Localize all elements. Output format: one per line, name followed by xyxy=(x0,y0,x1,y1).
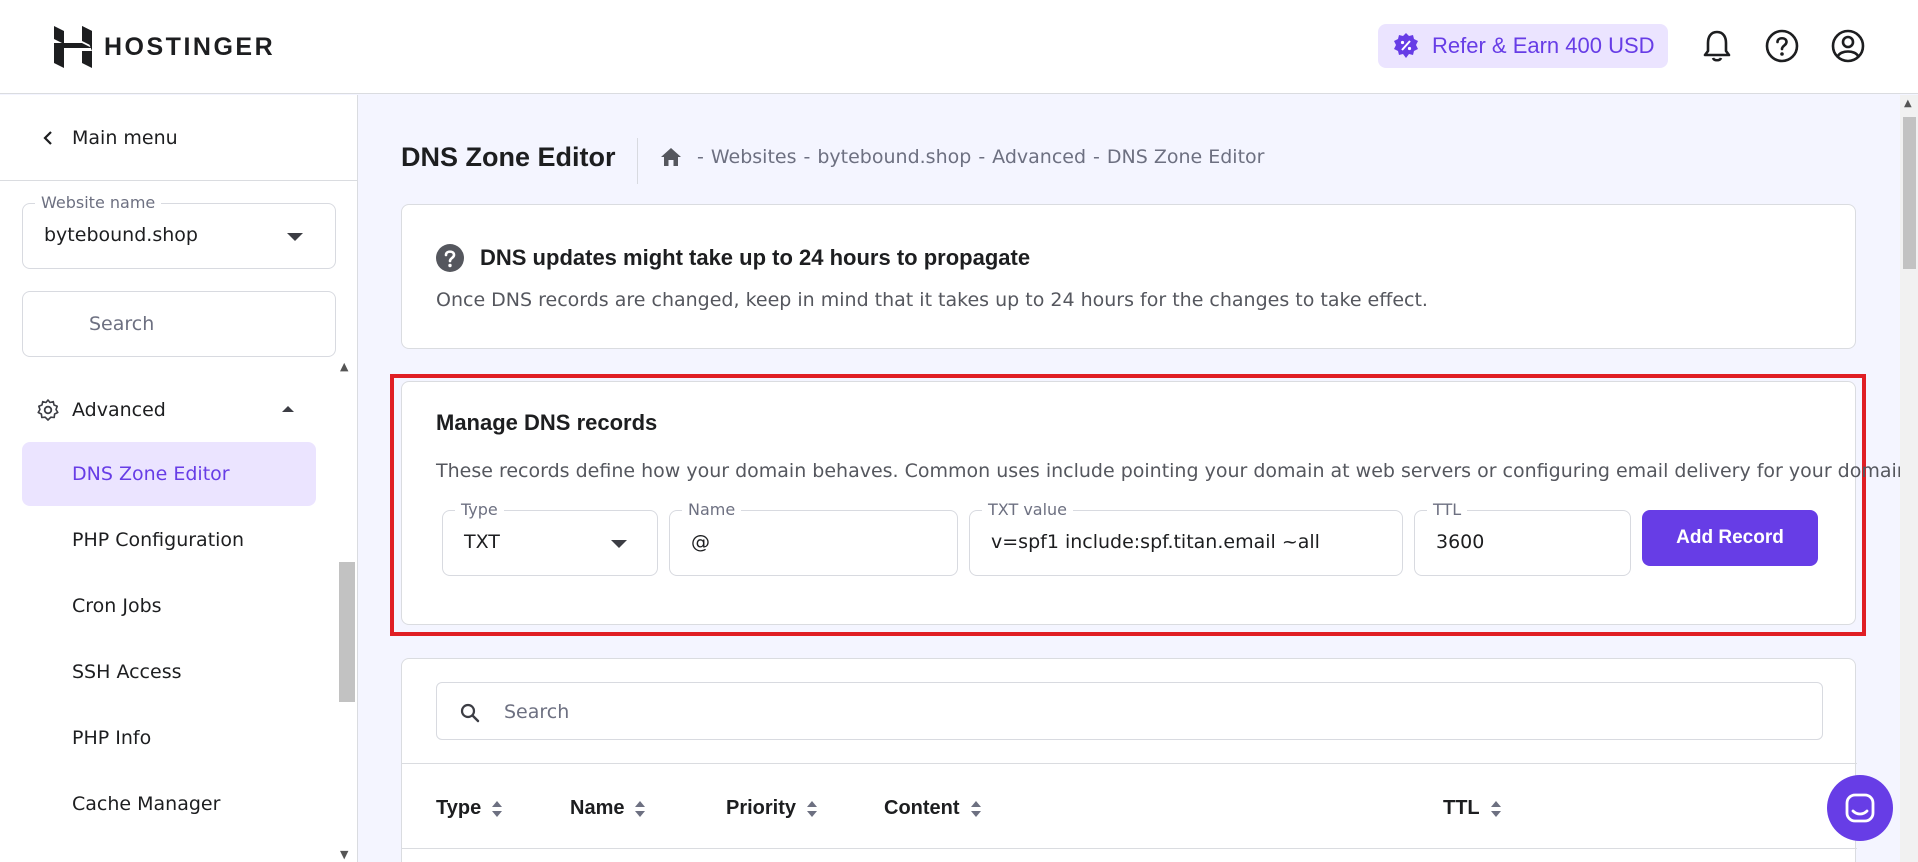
caret-up-icon xyxy=(282,406,294,412)
sidebar-item-cache-manager[interactable]: Cache Manager xyxy=(22,772,316,836)
page-scrollbar-thumb[interactable] xyxy=(1903,117,1916,269)
scroll-up-arrow-icon[interactable]: ▲ xyxy=(340,360,348,373)
record-name-input[interactable]: Name @ xyxy=(669,500,958,576)
ttl-label: TTL xyxy=(1427,500,1468,519)
column-header-type[interactable]: Type xyxy=(436,797,503,820)
sidebar-scrollbar[interactable] xyxy=(339,562,355,702)
page-title: DNS Zone Editor xyxy=(401,142,616,172)
record-type-value: TXT xyxy=(464,531,500,553)
sort-icon xyxy=(492,800,503,817)
breadcrumb-advanced[interactable]: Advanced xyxy=(992,146,1086,168)
breadcrumb-separator: - xyxy=(978,146,986,168)
column-header-label: Priority xyxy=(726,797,797,819)
record-type-select[interactable]: Type TXT xyxy=(442,500,658,576)
manage-description: These records define how your domain beh… xyxy=(436,460,1915,482)
table-divider xyxy=(402,763,1857,764)
breadcrumb: - Websites - bytebound.shop - Advanced -… xyxy=(660,146,1264,168)
column-header-ttl[interactable]: TTL xyxy=(1443,797,1502,820)
column-header-name[interactable]: Name xyxy=(570,797,646,820)
column-header-content[interactable]: Content xyxy=(884,797,982,820)
gear-icon xyxy=(37,399,59,421)
ttl-input[interactable]: TTL 3600 xyxy=(1414,500,1631,576)
main-menu-label: Main menu xyxy=(72,126,178,149)
notice-title: DNS updates might take up to 24 hours to… xyxy=(480,245,1031,270)
column-header-label: Content xyxy=(884,797,960,819)
add-record-button[interactable]: Add Record xyxy=(1642,510,1818,566)
propagation-notice-card: DNS updates might take up to 24 hours to… xyxy=(401,204,1856,349)
bell-icon[interactable] xyxy=(1697,26,1737,66)
record-type-label: Type xyxy=(455,500,504,519)
refer-earn-button[interactable]: Refer & Earn 400 USD xyxy=(1378,24,1668,68)
sidebar-group-label: Advanced xyxy=(72,399,166,421)
chat-icon xyxy=(1845,793,1875,823)
caret-down-icon xyxy=(611,540,627,548)
account-icon[interactable] xyxy=(1828,26,1868,66)
help-icon[interactable] xyxy=(1762,26,1802,66)
sidebar-item-php-info[interactable]: PHP Info xyxy=(22,706,316,770)
sidebar-group-advanced[interactable]: Advanced xyxy=(22,384,316,436)
home-icon[interactable] xyxy=(660,146,682,168)
sidebar-search-placeholder: Search xyxy=(89,313,155,335)
breadcrumb-separator: - xyxy=(697,146,704,168)
sort-icon xyxy=(1490,800,1501,817)
brand-name: HOSTINGER xyxy=(104,32,276,61)
breadcrumb-current: DNS Zone Editor xyxy=(1106,146,1265,168)
sort-icon xyxy=(807,800,818,817)
title-divider xyxy=(637,138,638,184)
txt-value-label: TXT value xyxy=(982,500,1074,519)
hostinger-logo[interactable]: HOSTINGER xyxy=(54,26,275,68)
sidebar-item-dns-zone-editor[interactable]: DNS Zone Editor xyxy=(22,442,316,506)
sort-icon xyxy=(970,800,981,817)
sidebar-item-php-configuration[interactable]: PHP Configuration xyxy=(22,508,316,572)
scroll-down-arrow-icon[interactable]: ▼ xyxy=(340,848,348,861)
manage-dns-card: Manage DNS records These records define … xyxy=(401,381,1915,625)
sidebar-search-input[interactable]: Search xyxy=(22,291,336,357)
website-select[interactable]: Website name bytebound.shop xyxy=(22,193,336,269)
column-header-label: Name xyxy=(570,797,625,819)
manage-title: Manage DNS records xyxy=(436,410,658,435)
breadcrumb-separator: - xyxy=(803,146,811,168)
breadcrumb-separator: - xyxy=(1093,146,1100,168)
caret-down-icon xyxy=(287,233,303,241)
txt-value-value: v=spf1 include:spf.titan.email ~all xyxy=(991,531,1320,553)
discount-badge-icon xyxy=(1394,33,1418,58)
record-name-value: @ xyxy=(691,531,710,553)
breadcrumb-websites[interactable]: Websites xyxy=(711,146,797,168)
sidebar-item-cron-jobs[interactable]: Cron Jobs xyxy=(22,574,316,638)
column-header-priority[interactable]: Priority xyxy=(726,797,818,820)
sidebar-item-ssh-access[interactable]: SSH Access xyxy=(22,640,316,704)
ttl-value: 3600 xyxy=(1436,531,1485,553)
question-circle-icon xyxy=(436,244,464,272)
txt-value-input[interactable]: TXT value v=spf1 include:spf.titan.email… xyxy=(969,500,1403,576)
chevron-left-icon xyxy=(43,130,52,145)
scroll-up-arrow-icon[interactable]: ▲ xyxy=(1904,98,1912,109)
sidebar: Main menu Website name bytebound.shop Se… xyxy=(0,95,358,862)
record-name-label: Name xyxy=(682,500,742,519)
hostinger-logo-icon xyxy=(54,26,92,68)
notice-text: Once DNS records are changed, keep in mi… xyxy=(436,289,1428,311)
website-select-value: bytebound.shop xyxy=(44,224,198,246)
dns-records-table-card: Search Type Name Priority Content TTL xyxy=(401,658,1857,862)
main-menu-link[interactable]: Main menu xyxy=(0,95,358,181)
table-divider xyxy=(402,848,1857,849)
refer-earn-label: Refer & Earn 400 USD xyxy=(1432,33,1655,58)
sort-icon xyxy=(635,800,646,817)
top-header: HOSTINGER Refer & Earn 400 USD xyxy=(0,0,1918,94)
breadcrumb-domain[interactable]: bytebound.shop xyxy=(817,146,971,168)
records-search-placeholder: Search xyxy=(504,701,570,723)
website-select-label: Website name xyxy=(35,193,162,212)
search-icon xyxy=(460,703,480,723)
column-header-label: Type xyxy=(436,797,482,819)
records-search-input[interactable]: Search xyxy=(436,682,1823,740)
live-chat-button[interactable] xyxy=(1827,775,1893,841)
column-header-label: TTL xyxy=(1443,797,1480,819)
